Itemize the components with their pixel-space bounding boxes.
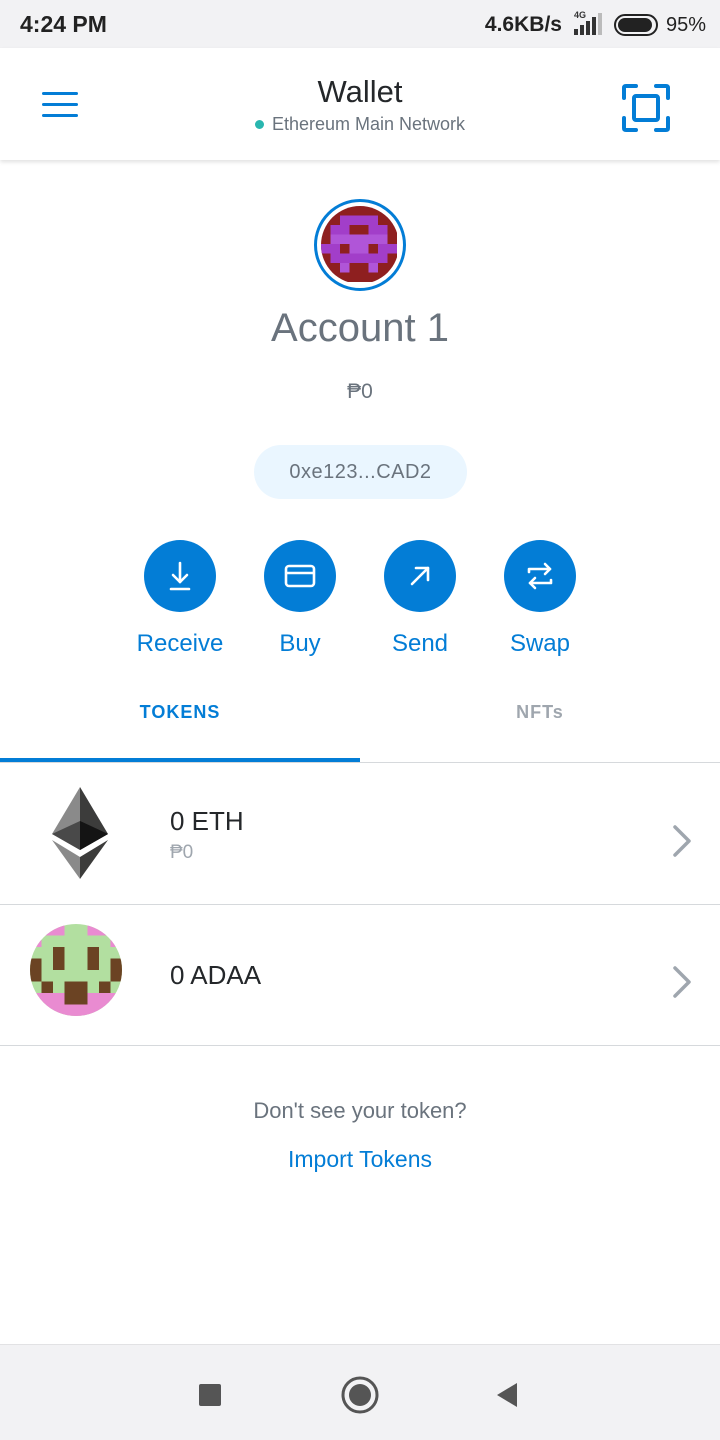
receive-button[interactable]: Receive <box>120 540 240 664</box>
identicon-avatar <box>321 206 399 284</box>
tab-tokens[interactable]: TOKENS <box>0 690 360 762</box>
network-status-dot <box>254 119 264 129</box>
wallet-screen: 4:24 PM 4.6KB/s 4G 95% Wallet Ethereum M… <box>0 0 720 1440</box>
home-icon[interactable] <box>340 1375 380 1415</box>
buy-label: Buy <box>279 630 321 657</box>
send-arrow-icon <box>384 540 456 612</box>
account-avatar[interactable] <box>314 199 406 291</box>
status-time: 4:24 PM <box>20 11 107 37</box>
tab-nfts[interactable]: NFTs <box>360 690 720 762</box>
ethereum-icon <box>50 785 110 886</box>
token-row-eth[interactable]: 0 ETH ₱0 <box>0 763 720 905</box>
page-title: Wallet <box>317 74 403 109</box>
chevron-right-icon <box>670 964 694 1000</box>
app-header: Wallet Ethereum Main Network <box>0 48 720 160</box>
battery-fill <box>617 18 653 32</box>
send-button[interactable]: Send <box>360 540 480 664</box>
token-amount-adaa: 0 ADAA <box>170 960 262 990</box>
token-fiat-eth: ₱0 <box>170 842 194 863</box>
missing-token-prompt: Don't see your token? <box>253 1098 467 1123</box>
signal-icon: 4G <box>570 10 606 37</box>
network-type: 4G <box>573 10 586 20</box>
card-icon <box>264 540 336 612</box>
battery-icon <box>613 14 658 36</box>
recents-icon[interactable] <box>190 1375 230 1415</box>
import-tokens-link[interactable]: Import Tokens <box>0 1146 720 1173</box>
token-amount-eth: 0 ETH <box>170 806 244 836</box>
buy-button[interactable]: Buy <box>240 540 360 664</box>
token-identicon <box>30 924 122 1016</box>
network-speed: 4.6KB/s <box>484 13 562 36</box>
status-bar: 4:24 PM 4.6KB/s 4G 95% <box>0 0 720 48</box>
chevron-right-icon <box>670 823 694 859</box>
receive-label: Receive <box>136 630 224 657</box>
swap-icon <box>504 540 576 612</box>
account-address-button[interactable]: 0xe123...CAD2 <box>254 445 467 499</box>
battery-percent: 95% <box>665 13 706 36</box>
network-name: Ethereum Main Network <box>271 114 466 134</box>
network-selector[interactable]: Ethereum Main Network <box>0 114 720 135</box>
system-nav-bar <box>0 1344 720 1440</box>
qr-scan-icon[interactable] <box>620 82 672 134</box>
back-icon[interactable] <box>488 1375 528 1415</box>
swap-button[interactable]: Swap <box>480 540 600 664</box>
swap-label: Swap <box>509 630 571 657</box>
account-balance: ₱0 <box>347 380 373 403</box>
receive-icon <box>144 540 216 612</box>
account-name[interactable]: Account 1 <box>0 306 720 351</box>
status-right: 4.6KB/s 4G 95% <box>484 10 706 39</box>
send-label: Send <box>391 630 449 657</box>
token-row-adaa[interactable]: 0 ADAA <box>0 905 720 1046</box>
